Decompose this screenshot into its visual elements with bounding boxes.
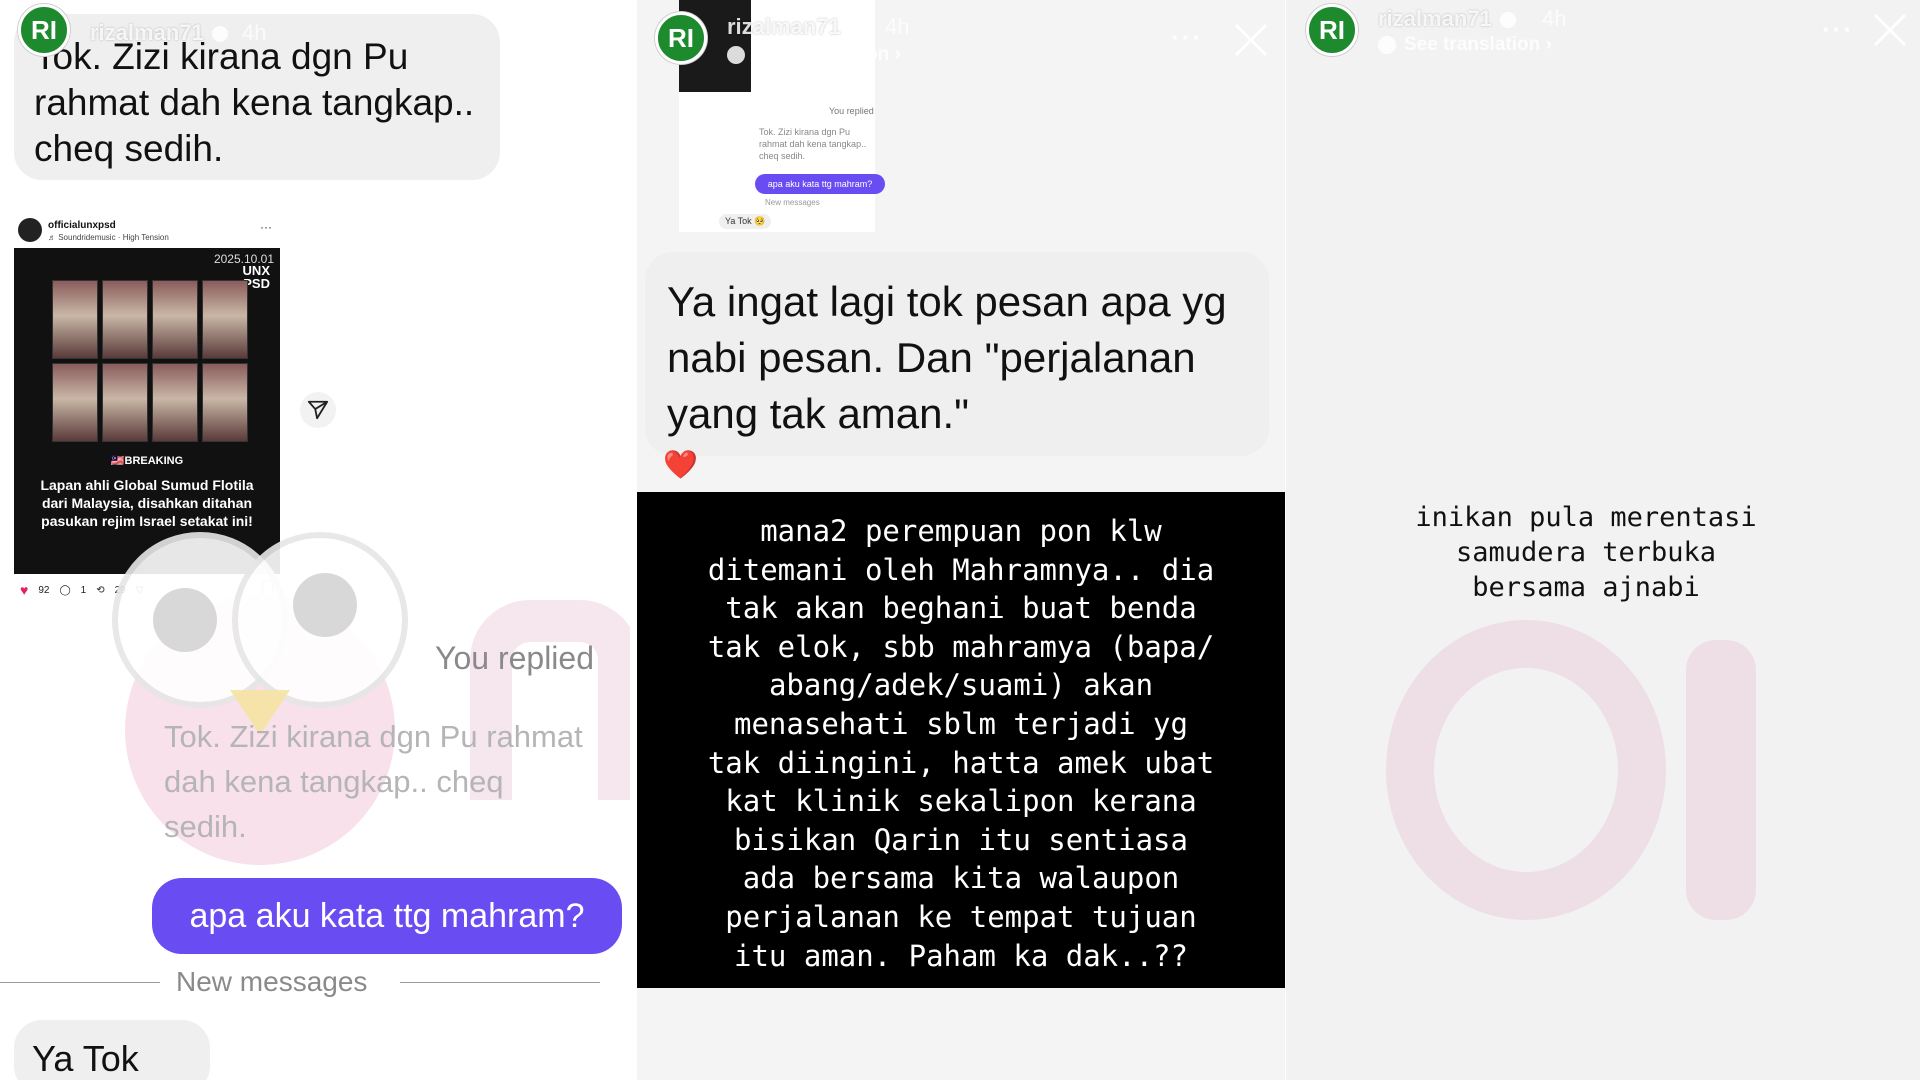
watermark-text <box>1386 620 1666 920</box>
message-bubble-received: Ya ingat lagi tok pesan apa yg nabi pesa… <box>645 252 1269 456</box>
translate-icon <box>1378 35 1396 54</box>
watermark-text <box>1686 640 1756 920</box>
story-panel-3: inikan pula merentasi samudera terbuka b… <box>1286 0 1920 1080</box>
post-photo-grid <box>52 280 248 442</box>
story-header-1: RI rizalman71 4h ··· <box>0 0 630 70</box>
post-account-name: officialunxpsd <box>48 220 116 231</box>
post-image: 2025.10.01 UNX PSD 🇲🇾BREAKING Lapan ahli… <box>14 248 280 574</box>
repost-count: 29 <box>114 584 126 596</box>
story-caption: inikan pula merentasi samudera terbuka b… <box>1415 502 1757 603</box>
comment-icon: ◯ <box>59 584 71 596</box>
story-panel-2: You replied Tok. Zizi kirana dgn Pu rahm… <box>637 0 1285 1080</box>
post-more-icon: ··· <box>260 220 272 234</box>
new-messages-label: New messages <box>176 966 368 997</box>
shared-post[interactable]: officialunxpsd ♬ Soundridemusic · High T… <box>14 210 280 610</box>
more-icon[interactable]: ··· <box>1171 22 1203 53</box>
post-breaking-tag: 🇲🇾BREAKING <box>110 455 184 467</box>
verified-icon <box>211 26 228 43</box>
bookmark-icon <box>262 580 274 594</box>
thumbnail-last-message: Ya Tok 🥺 <box>719 214 772 229</box>
username[interactable]: rizalman71 <box>90 20 228 46</box>
avatar[interactable]: RI <box>655 12 707 64</box>
story-header-3: RI rizalman71 4h See translation › ··· <box>1286 0 1920 70</box>
thumbnail-new-messages: New messages <box>765 198 820 207</box>
repost-icon: ⟲ <box>96 584 105 596</box>
story-age: 4h <box>1542 6 1567 31</box>
username-text: rizalman71 <box>1378 6 1492 31</box>
story-age: 4h <box>242 20 267 45</box>
like-count: 92 <box>38 584 50 596</box>
comment-count: 1 <box>80 584 87 596</box>
story-age: 4h <box>885 14 910 39</box>
message-bubble-sent: apa aku kata ttg mahram? <box>152 878 622 954</box>
username[interactable]: rizalman71 <box>1378 6 1516 32</box>
post-audio-label: ♬ Soundridemusic · High Tension <box>48 233 169 242</box>
avatar[interactable]: RI <box>18 4 70 56</box>
story-panel-1: Tok. Zizi kirana dgn Pu rahmat dah kena … <box>0 0 630 1080</box>
more-icon[interactable]: ··· <box>522 14 554 45</box>
message-bubble-received-last: Ya Tok 🥺 <box>14 1020 210 1080</box>
sent-message-text: apa aku kata ttg mahram? <box>189 897 585 935</box>
post-header: officialunxpsd ♬ Soundridemusic · High T… <box>14 214 280 248</box>
see-translation-text: See translation › <box>753 44 901 65</box>
see-translation-link[interactable]: See translation › <box>1378 34 1552 56</box>
thumbnail-reply: apa aku kata ttg mahram? <box>755 174 885 194</box>
thumbnail-you-replied: You replied <box>829 106 874 116</box>
send-icon: ▽ <box>135 584 144 596</box>
close-icon[interactable] <box>1872 12 1908 48</box>
more-icon[interactable]: ··· <box>1822 14 1854 45</box>
story-header-2: RI rizalman71 4h See translation › ··· <box>637 0 1285 70</box>
new-messages-divider: New messages <box>0 964 610 1000</box>
username-text: rizalman71 <box>90 20 204 45</box>
see-translation-link[interactable]: See translation › <box>727 44 901 66</box>
translate-icon <box>727 45 745 64</box>
close-icon[interactable] <box>584 14 620 50</box>
verified-icon <box>1499 12 1516 29</box>
post-avatar <box>18 218 42 242</box>
username[interactable]: rizalman71 <box>727 14 865 40</box>
you-replied-label: You replied <box>435 640 594 676</box>
thumbnail-quote: Tok. Zizi kirana dgn Pu rahmat dah kena … <box>759 127 867 161</box>
see-translation-text: See translation › <box>1404 34 1552 55</box>
username-text: rizalman71 <box>727 14 841 39</box>
last-message-text: Ya Tok 🥺 <box>32 1038 139 1079</box>
close-icon[interactable] <box>1233 22 1269 58</box>
avatar[interactable]: RI <box>1306 4 1358 56</box>
quoted-message: Tok. Zizi kirana dgn Pu rahmat dah kena … <box>164 719 583 844</box>
heart-icon: ♥ <box>20 582 29 598</box>
share-icon[interactable] <box>300 392 336 428</box>
post-actions: ♥ 92 ◯ 1 ⟲ 29 ▽ <box>20 582 143 598</box>
post-caption: Lapan ahli Global Sumud Flotila dari Mal… <box>40 477 254 529</box>
verified-icon <box>848 20 865 37</box>
message-text: Ya ingat lagi tok pesan apa yg nabi pesa… <box>667 278 1227 437</box>
story-caption-box: mana2 perempuan pon klw ditemani oleh Ma… <box>637 492 1285 988</box>
heart-reaction-icon: ❤️ <box>663 449 698 480</box>
